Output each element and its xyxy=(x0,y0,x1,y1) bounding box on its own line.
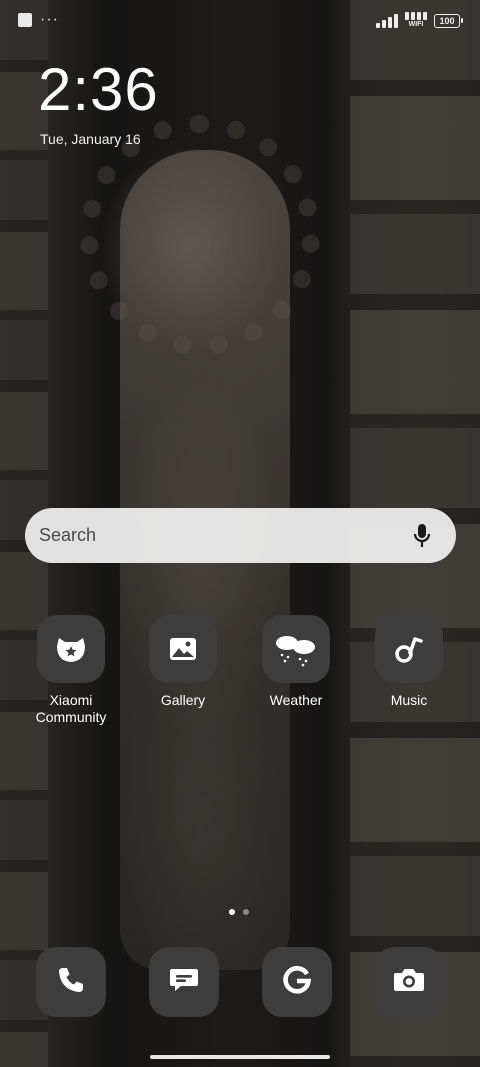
app-gallery[interactable]: Gallery xyxy=(128,615,238,709)
page-dot xyxy=(243,909,249,915)
app-weather[interactable]: Weather xyxy=(241,615,351,709)
phone-icon[interactable] xyxy=(57,966,85,999)
google-icon[interactable] xyxy=(282,965,312,1000)
messages-icon[interactable] xyxy=(169,966,199,999)
xiaomi-community-icon[interactable] xyxy=(37,615,105,683)
search-placeholder[interactable]: Search xyxy=(39,525,410,546)
page-dot-active xyxy=(229,909,235,915)
battery-icon: 100 xyxy=(434,13,463,28)
battery-level: 100 xyxy=(439,15,455,26)
dock-messages[interactable] xyxy=(149,947,219,1017)
wifi-label: WIFI xyxy=(408,21,424,28)
app-music[interactable]: Music xyxy=(354,615,464,709)
status-bar: ··· WIFI 100 xyxy=(0,0,480,40)
weather-icon[interactable] xyxy=(262,615,330,683)
music-icon[interactable] xyxy=(375,615,443,683)
more-notifications-indicator: ··· xyxy=(40,11,59,28)
dock-google[interactable] xyxy=(262,947,332,1017)
app-label: Music xyxy=(390,692,428,708)
notification-icon xyxy=(18,13,32,27)
microphone-icon[interactable] xyxy=(410,523,434,549)
app-label: Xiaomi Community xyxy=(35,692,107,725)
clock-time[interactable]: 2:36 xyxy=(38,58,159,122)
wifi-icon: WIFI xyxy=(405,12,427,29)
dock-phone[interactable] xyxy=(36,947,106,1017)
search-bar[interactable]: Search xyxy=(25,508,456,563)
page-indicator xyxy=(229,909,249,915)
gallery-icon[interactable] xyxy=(149,615,217,683)
app-label: Gallery xyxy=(160,692,206,708)
camera-icon[interactable] xyxy=(393,967,425,998)
home-gesture-bar[interactable] xyxy=(150,1055,330,1059)
cellular-signal-icon xyxy=(376,13,398,28)
app-label: Weather xyxy=(269,692,323,708)
app-xiaomi-community[interactable]: Xiaomi Community xyxy=(16,615,126,726)
dock-camera[interactable] xyxy=(374,947,444,1017)
clock-date[interactable]: Tue, January 16 xyxy=(40,131,141,147)
